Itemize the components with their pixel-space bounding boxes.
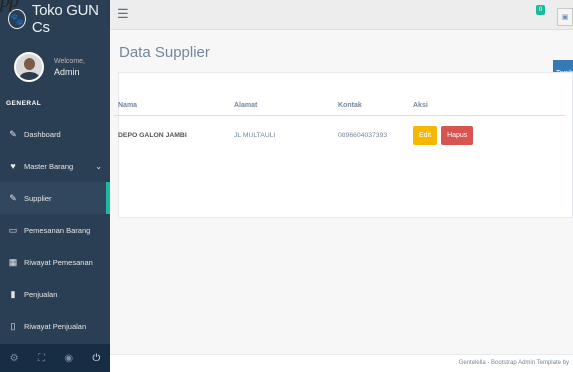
bar-chart-icon: ▮ xyxy=(10,288,16,299)
sidebar-item-label: Master Barang xyxy=(24,161,74,171)
column-header: Kontak xyxy=(338,102,362,109)
table-icon: ▦ xyxy=(8,256,18,267)
sidebar-item-riwayat-pemesanan[interactable]: ▦ Riwayat Pemesanan xyxy=(0,246,110,278)
sidebar-item-label: Supplier xyxy=(24,193,52,203)
sidebar-item-label: Pemesanan Barang xyxy=(24,225,91,235)
edit-button[interactable]: Edit xyxy=(413,125,438,145)
main-content: Data Supplier Tambah Nama Alamat Kontak … xyxy=(110,30,573,372)
edit-icon: ✎ xyxy=(9,128,17,139)
desktop-icon: ▭ xyxy=(8,224,18,235)
power-off-icon[interactable]: ⏻ xyxy=(92,353,100,364)
table-row: DEPO GALON JAMBI JL MULTAULI 08966040373… xyxy=(114,116,565,154)
user-name: Admin xyxy=(54,66,80,77)
cell-aksi: Edit Hapus xyxy=(413,125,563,145)
welcome-text: Welcome, xyxy=(54,57,85,65)
heart-icon: ♥ xyxy=(10,161,16,171)
section-title: GENERAL xyxy=(6,100,42,107)
cell-nama: DEPO GALON JAMBI xyxy=(118,131,187,139)
footer-text: Gentelella - Bootstrap Admin Template by xyxy=(458,360,569,366)
sidebar-item-label: Penjualan xyxy=(24,289,58,299)
clone-icon: ▯ xyxy=(10,320,16,331)
sidebar-item-master-barang[interactable]: ♥ Master Barang ⌄ xyxy=(0,150,110,182)
avatar xyxy=(14,52,44,82)
sidebar-footer: ⚙ ⛶ ◉ ⏻ xyxy=(0,344,110,372)
sidebar-item-pemesanan-barang[interactable]: ▭ Pemesanan Barang xyxy=(0,214,110,246)
sidebar-item-penjualan[interactable]: ▮ Penjualan xyxy=(0,278,110,310)
notification-badge[interactable]: 0 xyxy=(536,5,545,15)
top-navbar: ☰ 0 ▣ xyxy=(110,0,573,30)
menu-toggle-icon[interactable]: ☰ xyxy=(117,6,129,22)
broken-image-icon[interactable]: ▣ xyxy=(557,8,573,26)
sidebar-item-dashboard[interactable]: ✎ Dashboard xyxy=(0,118,110,150)
edit-icon: ✎ xyxy=(9,192,17,203)
fullscreen-icon[interactable]: ⛶ xyxy=(38,353,45,364)
cell-kontak: 0896604037393 xyxy=(338,131,388,139)
sidebar: 🐾 Toko GUN Cs Welcome, Admin GENERAL ✎ D… xyxy=(0,0,110,372)
column-header: Nama xyxy=(118,102,138,109)
sidebar-item-supplier[interactable]: ✎ Supplier xyxy=(0,182,110,214)
sidebar-item-label: Riwayat Pemesanan xyxy=(24,257,93,267)
sidebar-item-riwayat-penjualan[interactable]: ▯ Riwayat Penjualan xyxy=(0,310,110,342)
settings-icon[interactable]: ⚙ xyxy=(10,353,19,364)
column-header: Aksi xyxy=(413,102,428,109)
profile: Welcome, Admin xyxy=(0,38,110,86)
chevron-down-icon: ⌄ xyxy=(95,161,102,171)
eye-slash-icon[interactable]: ◉ xyxy=(64,353,73,364)
page-title: Data Supplier xyxy=(119,44,210,61)
table-header: Nama Alamat Kontak Aksi xyxy=(114,96,565,116)
corner-text-fragment: pp xyxy=(0,0,19,12)
delete-button[interactable]: Hapus xyxy=(441,125,474,145)
cell-alamat: JL MULTAULI xyxy=(234,131,276,139)
sidebar-item-label: Dashboard xyxy=(24,129,61,139)
column-header: Alamat xyxy=(234,102,258,109)
sidebar-item-label: Riwayat Penjualan xyxy=(24,321,87,331)
brand-title: Toko GUN Cs xyxy=(31,2,99,36)
page-footer: Gentelella - Bootstrap Admin Template by xyxy=(110,354,573,372)
supplier-table: Nama Alamat Kontak Aksi DEPO GALON JAMBI… xyxy=(114,96,565,154)
